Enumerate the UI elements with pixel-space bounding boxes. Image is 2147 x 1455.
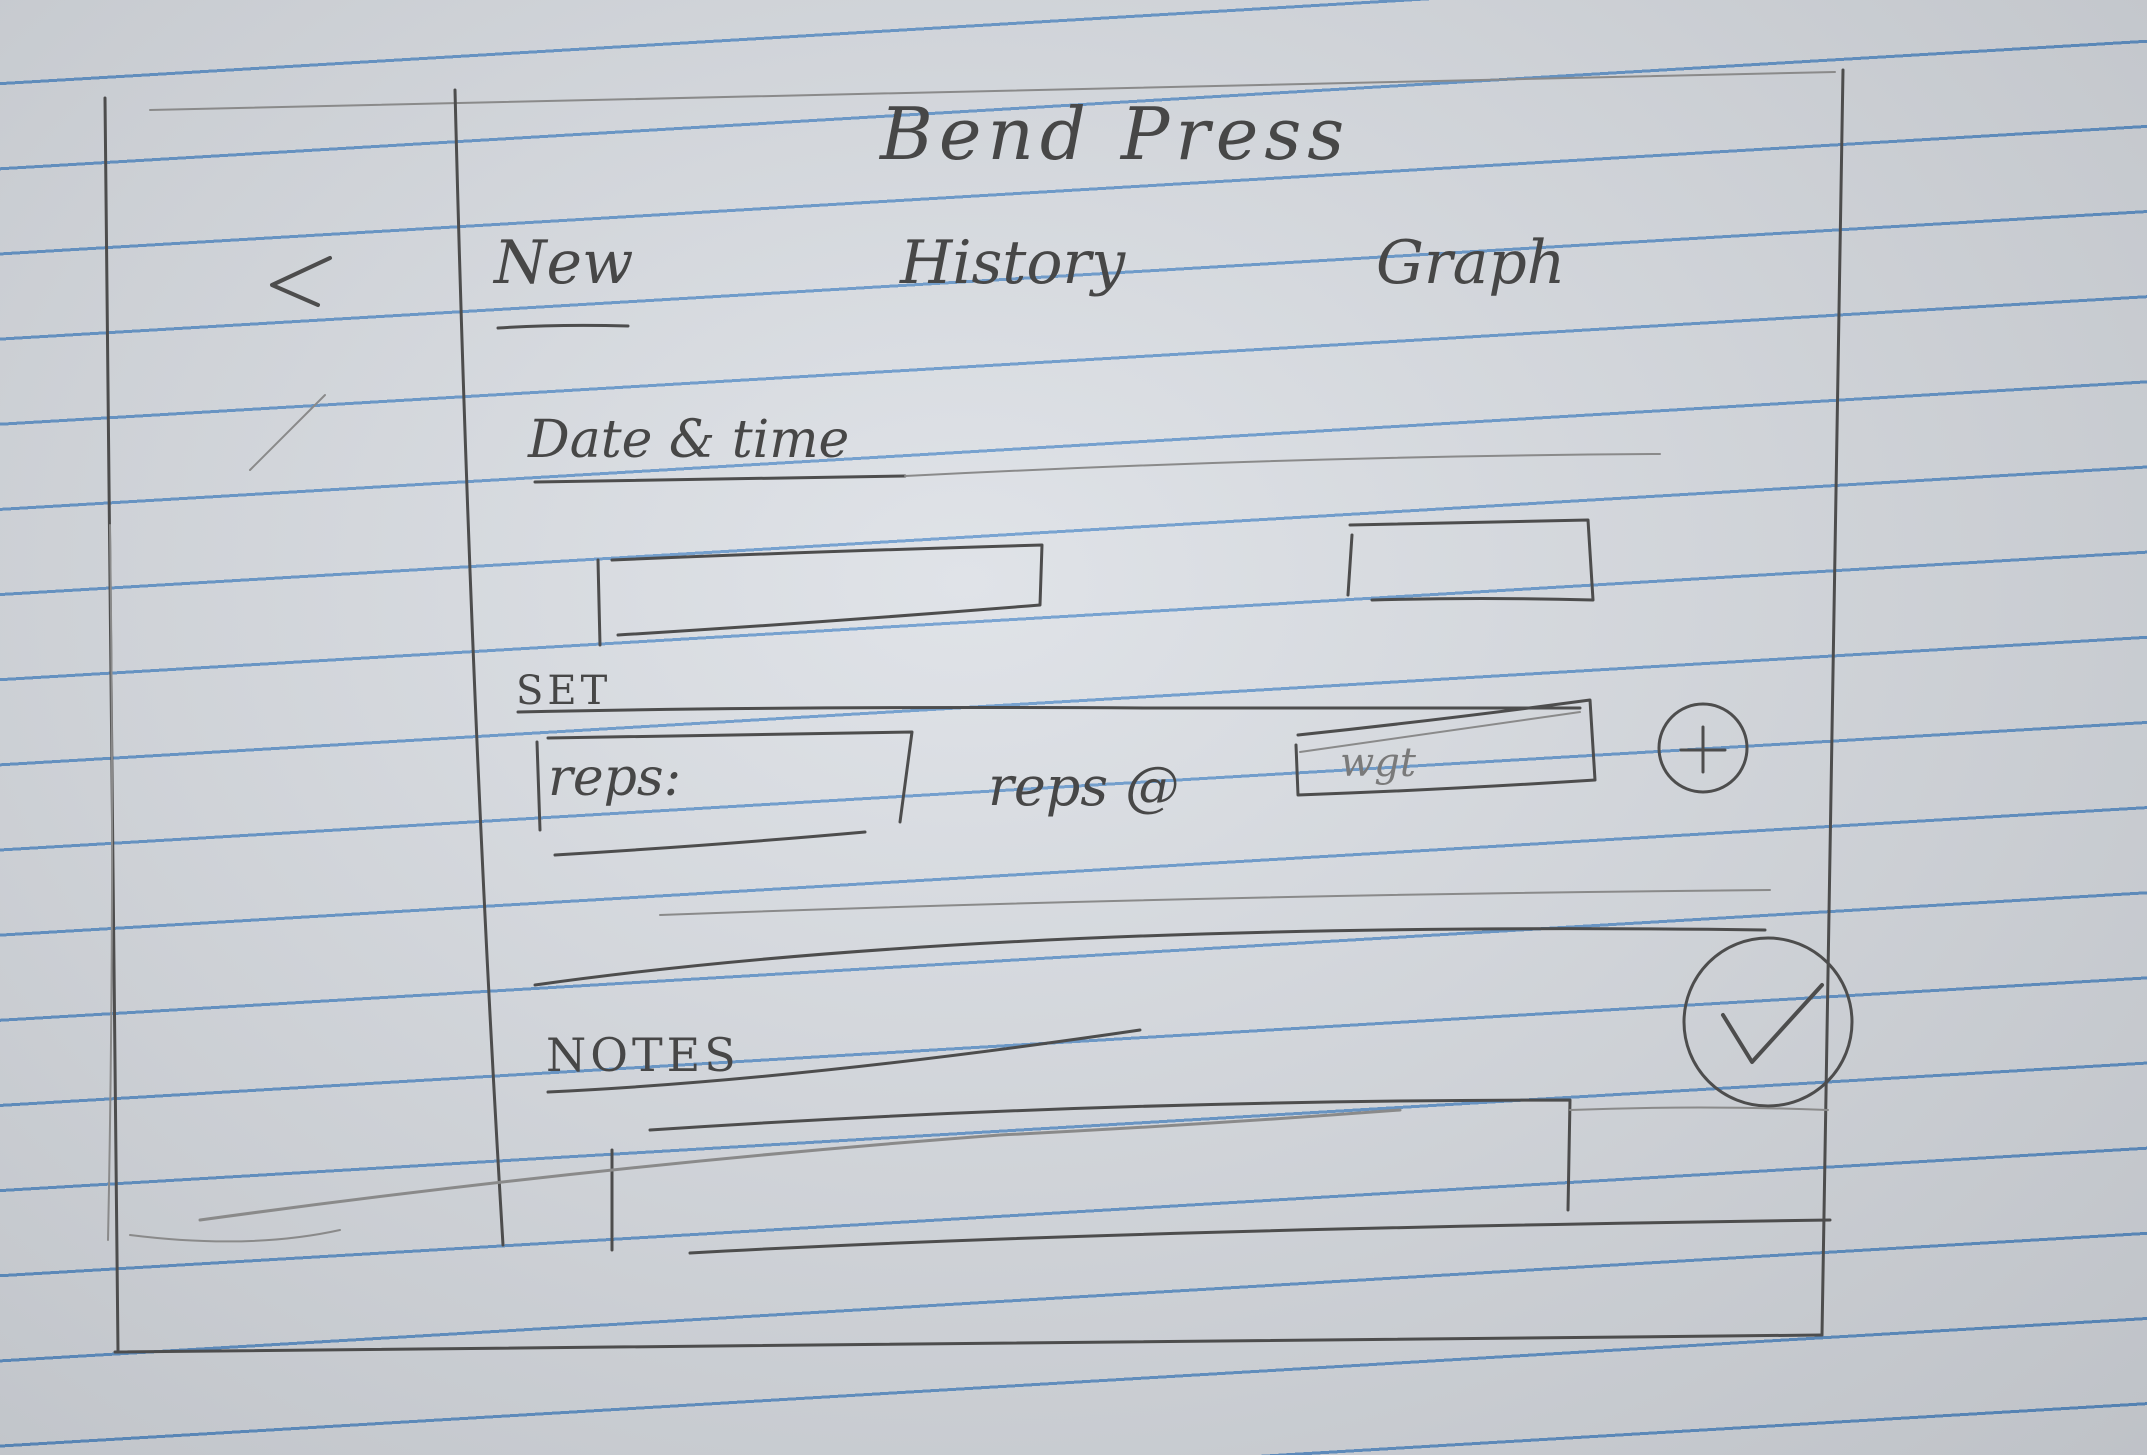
date-input[interactable] [600,550,1050,635]
notes-textarea[interactable] [610,1130,1570,1260]
save-button[interactable] [1680,950,1855,1100]
tab-new[interactable]: New [494,228,633,298]
tab-new-underline [496,323,630,330]
set-list-divider [533,927,1767,987]
page-title: Bend Press [880,92,1351,176]
outer-frame-right [1820,68,1845,1337]
time-input[interactable] [1370,525,1590,605]
back-button[interactable] [250,240,350,330]
set-divider [516,706,1582,714]
reps-at-label: reps @ [988,755,1180,818]
tab-history[interactable]: History [900,228,1125,298]
add-set-button[interactable] [1655,705,1735,785]
reps-input[interactable] [540,735,910,840]
date-divider [533,474,907,484]
set-label: SET [516,668,612,714]
notes-label: NOTES [546,1028,740,1082]
weight-input[interactable] [1295,720,1595,800]
tab-graph[interactable]: Graph [1376,228,1565,298]
date-time-label: Date & time [528,410,850,470]
outer-frame-bottom [113,1333,1824,1354]
